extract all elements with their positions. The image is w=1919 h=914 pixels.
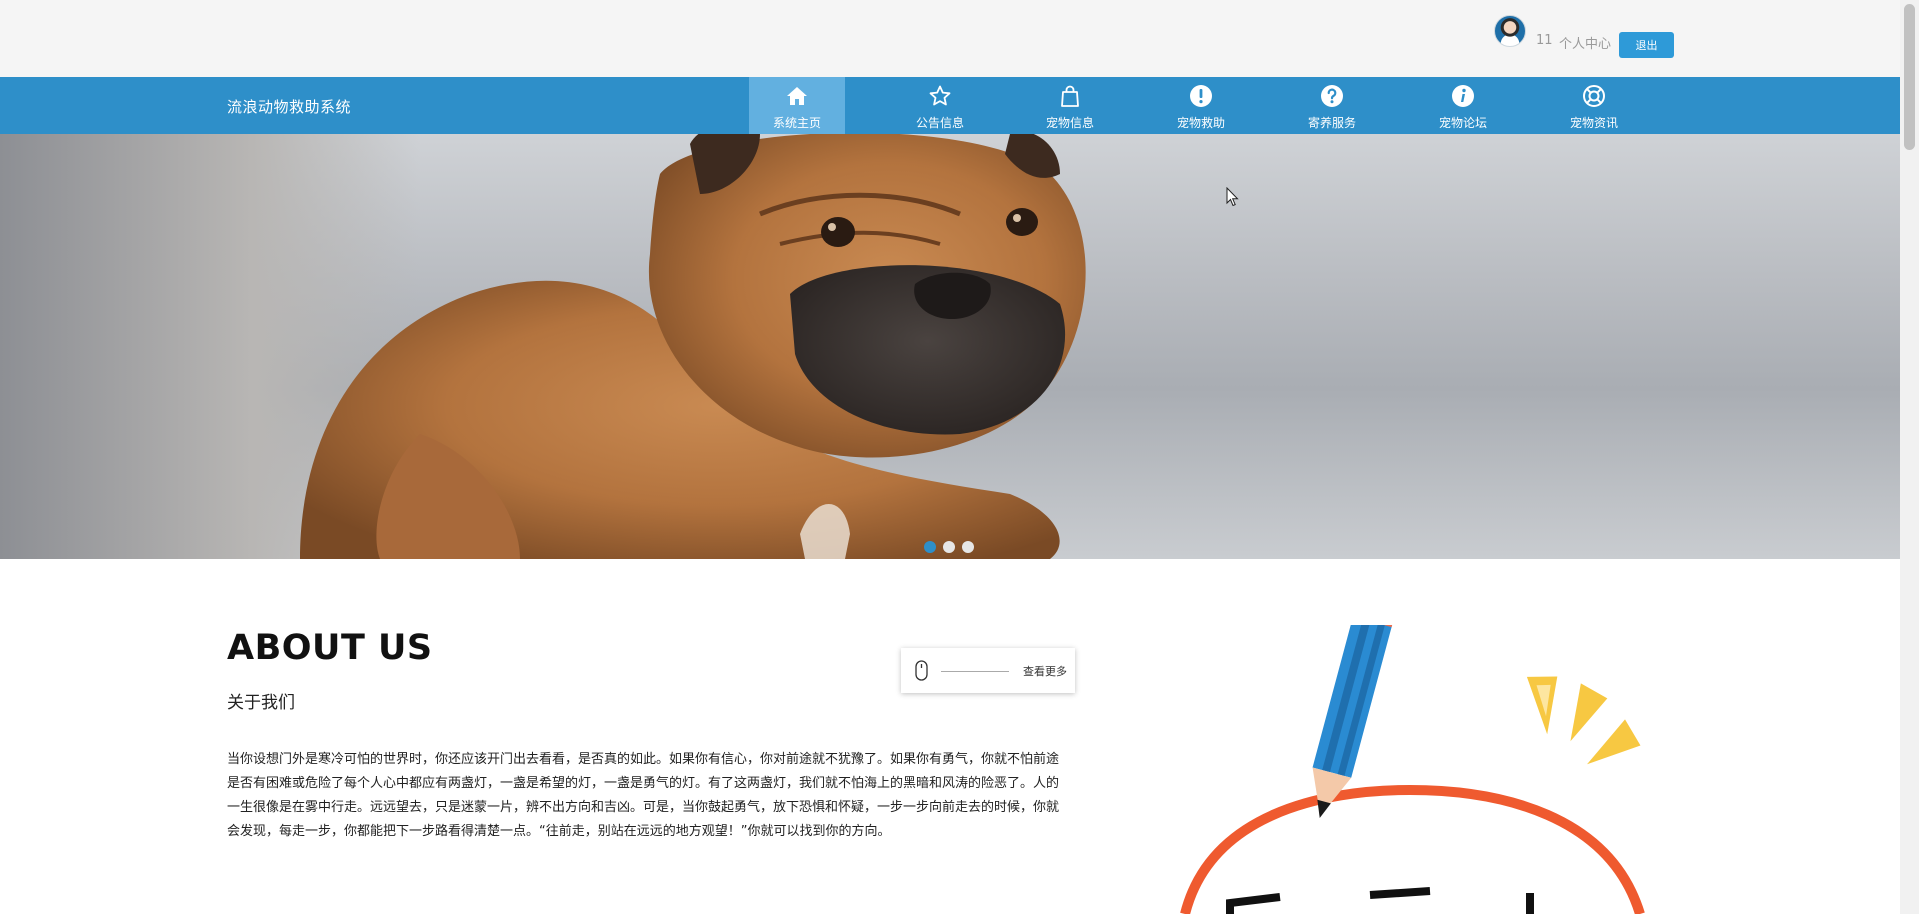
main-navbar: 流浪动物救助系统 系统主页 公告信息 宠物信息 宠物救助 寄养服务 宠物论坛 宠… <box>0 77 1900 134</box>
mouse-cursor-icon <box>1226 187 1239 207</box>
nav-label: 宠物论坛 <box>1438 116 1487 130</box>
username: 11 <box>1536 33 1553 48</box>
site-brand[interactable]: 流浪动物救助系统 <box>227 96 351 117</box>
carousel-dot[interactable] <box>962 541 974 553</box>
nav-label: 宠物资讯 <box>1569 116 1618 130</box>
page-scrollbar[interactable] <box>1900 0 1919 914</box>
scrollbar-thumb[interactable] <box>1904 4 1915 150</box>
view-more-button[interactable]: 查看更多 <box>901 648 1075 693</box>
user-avatar[interactable] <box>1494 15 1526 47</box>
view-more-label: 查看更多 <box>1023 665 1067 678</box>
carousel-indicators <box>924 538 981 553</box>
lifebuoy-icon <box>1583 85 1605 107</box>
nav-item-pet-info[interactable]: 宠物信息 <box>1022 77 1118 134</box>
carousel-dot[interactable] <box>924 541 936 553</box>
nav-item-foster-service[interactable]: 寄养服务 <box>1284 77 1380 134</box>
bag-icon <box>1061 85 1079 107</box>
about-description: 当你设想门外是寒冷可怕的世界时，你还应该开门出去看看，是否真的如此。如果你有信心… <box>227 752 1060 839</box>
star-icon <box>929 85 951 106</box>
top-utility-bar: 11 个人中心 退出 <box>0 0 1900 77</box>
carousel-dot[interactable] <box>943 541 955 553</box>
question-icon <box>1321 85 1343 107</box>
nav-item-pet-news[interactable]: 宠物资讯 <box>1546 77 1642 134</box>
nav-item-pet-rescue[interactable]: 宠物救助 <box>1153 77 1249 134</box>
divider-line <box>941 671 1009 672</box>
nav-item-pet-forum[interactable]: 宠物论坛 <box>1415 77 1511 134</box>
hero-carousel[interactable] <box>0 134 1900 559</box>
dog-photo <box>300 134 1086 559</box>
about-subtitle: 关于我们 <box>227 693 295 713</box>
nav-label: 寄养服务 <box>1307 116 1356 130</box>
nav-label: 系统主页 <box>772 116 821 130</box>
nav-label: 宠物救助 <box>1176 116 1225 130</box>
about-title: ABOUT US <box>227 628 433 668</box>
nav-label: 公告信息 <box>915 116 964 130</box>
pencil-illustration <box>1180 625 1645 914</box>
home-icon <box>787 87 807 105</box>
info-icon <box>1452 85 1474 107</box>
exclamation-icon <box>1190 85 1212 107</box>
mouse-icon <box>915 660 928 681</box>
user-center-link[interactable]: 个人中心 <box>1559 33 1611 52</box>
logout-button[interactable]: 退出 <box>1619 32 1674 58</box>
nav-item-home[interactable]: 系统主页 <box>749 77 845 134</box>
nav-label: 宠物信息 <box>1045 116 1094 130</box>
nav-item-notice[interactable]: 公告信息 <box>892 77 988 134</box>
